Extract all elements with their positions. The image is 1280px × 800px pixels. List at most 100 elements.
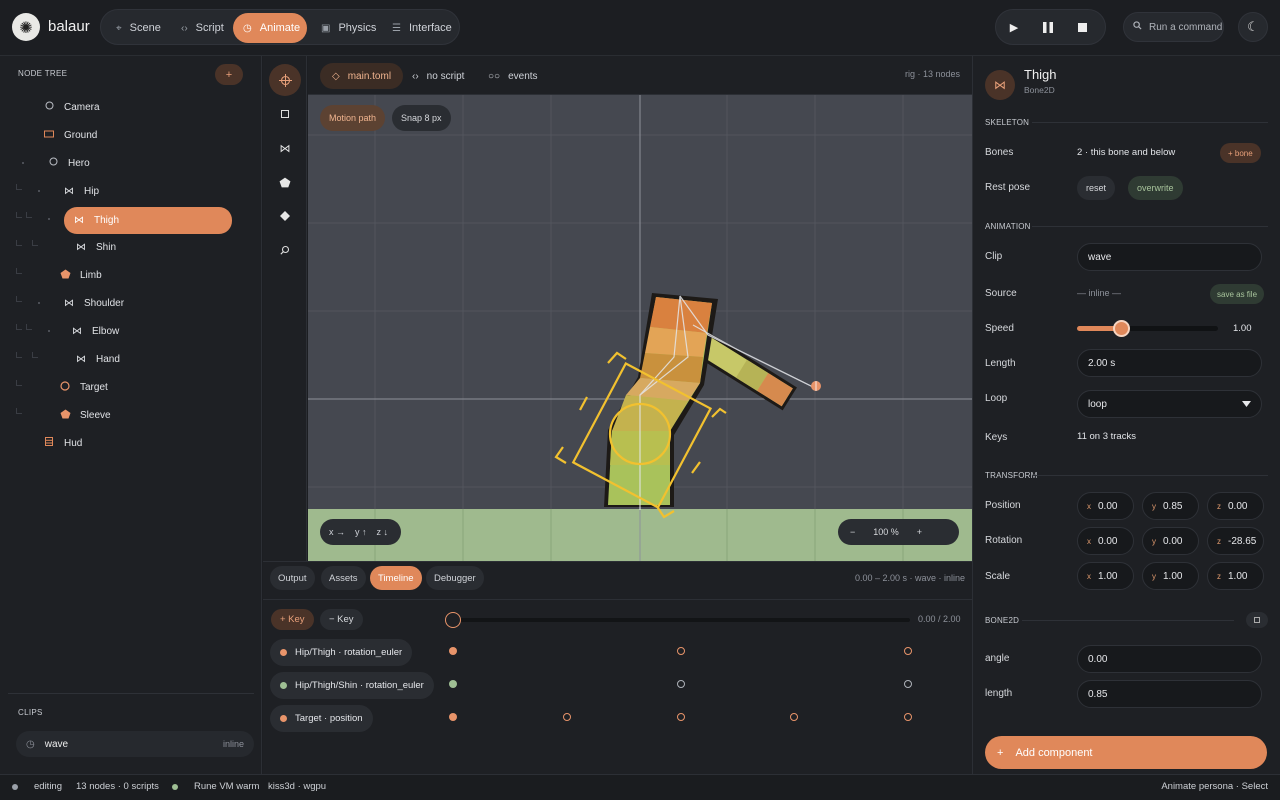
tree-expander[interactable] (48, 330, 50, 332)
rotation-y-field[interactable]: y 0.00 (1142, 527, 1199, 555)
status-renderer: kiss3d · wgpu (268, 781, 327, 792)
tree-expander[interactable] (22, 162, 24, 164)
mode-physics-button[interactable]: ▣ Physics (311, 13, 379, 43)
add-node-button[interactable]: + (215, 64, 243, 85)
value: 1.00 (1098, 570, 1118, 582)
motion-path-toggle[interactable]: Motion path (320, 105, 386, 131)
angle-field[interactable]: 0.00 (1077, 645, 1262, 673)
tree-expander[interactable] (38, 302, 40, 304)
add-component-button[interactable]: + Add component (985, 736, 1267, 769)
diamond-tool-icon[interactable] (269, 200, 301, 232)
keyframe-marker[interactable] (676, 680, 685, 688)
command-palette-button[interactable]: Run a command (1123, 12, 1224, 42)
rotation-x-field[interactable]: x 0.00 (1077, 527, 1134, 555)
scale-label: Scale (985, 571, 1011, 582)
overwrite-button[interactable]: overwrite (1128, 176, 1183, 200)
mode-script-button[interactable]: ‹› Script (171, 13, 229, 43)
bone-length-field[interactable]: 0.85 (1077, 680, 1262, 708)
speed-slider-handle[interactable] (1112, 320, 1130, 337)
add-key-button[interactable]: + Key (271, 609, 314, 630)
status-dot (12, 784, 18, 790)
source-label: Source (985, 288, 1017, 299)
bone-tool-icon[interactable]: ⋈ (269, 132, 301, 164)
inspector-type: Bone2D (1024, 85, 1055, 95)
tree-node-ground[interactable]: Ground (44, 122, 97, 148)
scene-viewport[interactable]: Motion path Snap 8 px x → y ↑ z ↓ − 100 … (308, 95, 972, 561)
polygon-tool-icon[interactable] (269, 166, 301, 198)
keyframe-marker[interactable] (449, 680, 457, 688)
length-field[interactable]: 2.00 s (1077, 349, 1262, 377)
tab-debugger[interactable]: Debugger (426, 566, 484, 590)
track-row[interactable]: Hip/Thigh · rotation_euler (270, 639, 413, 666)
add-bone-button[interactable]: + bone (1220, 143, 1261, 163)
keyframe-marker[interactable] (449, 713, 457, 721)
tree-node-elbow[interactable]: ⋈ Elbow (72, 318, 119, 344)
tree-node-label: Hero (68, 157, 90, 169)
reset-button[interactable]: reset (1077, 176, 1116, 200)
moon-icon[interactable]: ☾ (1238, 12, 1268, 42)
tree-node-hud[interactable]: Hud (44, 430, 82, 456)
tree-node-sleeve[interactable]: Sleeve (60, 402, 111, 428)
tree-node-thigh[interactable]: ⋈ Thigh (74, 207, 119, 233)
search-tool-icon[interactable] (269, 234, 301, 266)
rotation-z-field[interactable]: z -28.65 (1207, 527, 1264, 555)
tree-node-hip[interactable]: ⋈ Hip (64, 178, 99, 204)
position-z-field[interactable]: z 0.00 (1207, 492, 1264, 520)
stop-icon[interactable] (1074, 19, 1090, 35)
tab-no-script[interactable]: ‹› no script (400, 63, 476, 89)
tree-node-hand[interactable]: ⋈ Hand (76, 346, 120, 372)
move-tool-icon[interactable] (269, 64, 301, 96)
tree-guide (32, 240, 38, 246)
speed-slider-track[interactable] (1077, 326, 1218, 331)
mode-interface-button[interactable]: ☰ Interface (382, 13, 458, 43)
collapse-icon[interactable] (1246, 612, 1268, 628)
scale-z-field[interactable]: z 1.00 (1207, 562, 1264, 590)
playhead-handle[interactable] (445, 612, 461, 628)
keyframe-marker[interactable] (676, 647, 685, 655)
tree-expander[interactable] (48, 218, 50, 220)
clip-tag: inline (222, 739, 244, 749)
timeline-scrubber[interactable] (447, 618, 910, 622)
scale-y-field[interactable]: y 1.00 (1142, 562, 1199, 590)
keyframe-marker[interactable] (904, 713, 912, 721)
position-x-field[interactable]: x 0.00 (1077, 492, 1134, 520)
tree-node-camera[interactable]: Camera (44, 94, 100, 120)
pause-icon[interactable] (1040, 19, 1056, 35)
loop-select[interactable]: loop (1077, 390, 1262, 418)
tree-expander[interactable] (38, 190, 40, 192)
position-y-field[interactable]: y 0.85 (1142, 492, 1199, 520)
tree-node-hero[interactable]: Hero (48, 150, 90, 176)
section-animation: ANIMATION (985, 222, 1031, 231)
mode-animate-button[interactable]: ◷ Animate (233, 13, 307, 43)
remove-key-button[interactable]: − Key (320, 609, 363, 630)
tab-assets[interactable]: Assets (321, 566, 366, 590)
clip-field[interactable]: wave (1077, 243, 1262, 271)
snap-toggle[interactable]: Snap 8 px (392, 105, 451, 131)
save-as-file-button[interactable]: save as file (1210, 284, 1265, 304)
tab-events[interactable]: ○○ events (476, 63, 550, 89)
tab-output[interactable]: Output (270, 566, 315, 590)
tab-timeline[interactable]: Timeline (370, 566, 422, 590)
tree-guide (26, 212, 32, 218)
track-row[interactable]: Target · position (270, 705, 373, 732)
tree-node-shin[interactable]: ⋈ Shin (76, 234, 116, 260)
track-row[interactable]: Hip/Thigh/Shin · rotation_euler (270, 672, 434, 699)
clip-item[interactable]: ◷ wave inline (16, 731, 254, 757)
play-icon[interactable]: ▶ (1006, 19, 1022, 35)
keyframe-marker[interactable] (676, 713, 685, 721)
keyframe-marker[interactable] (562, 713, 571, 721)
keyframe-marker[interactable] (904, 680, 912, 688)
tree-node-target[interactable]: Target (60, 374, 108, 400)
tree-node-shoulder[interactable]: ⋈ Shoulder (64, 290, 124, 316)
mode-scene-button[interactable]: ⌖ Scene (106, 13, 168, 43)
zoom-out-button[interactable]: − (850, 527, 855, 537)
tab-main-toml[interactable]: ◇ main.toml (320, 63, 404, 89)
scale-x-field[interactable]: x 1.00 (1077, 562, 1134, 590)
tree-node-limb[interactable]: Limb (60, 262, 102, 288)
square-tool-icon[interactable] (269, 98, 301, 130)
zoom-in-button[interactable]: + (917, 527, 922, 537)
tree-guide (16, 212, 22, 218)
app-logo-icon[interactable]: ✺ (12, 13, 40, 41)
keyframe-marker[interactable] (904, 647, 912, 655)
keyframe-marker[interactable] (449, 647, 457, 655)
